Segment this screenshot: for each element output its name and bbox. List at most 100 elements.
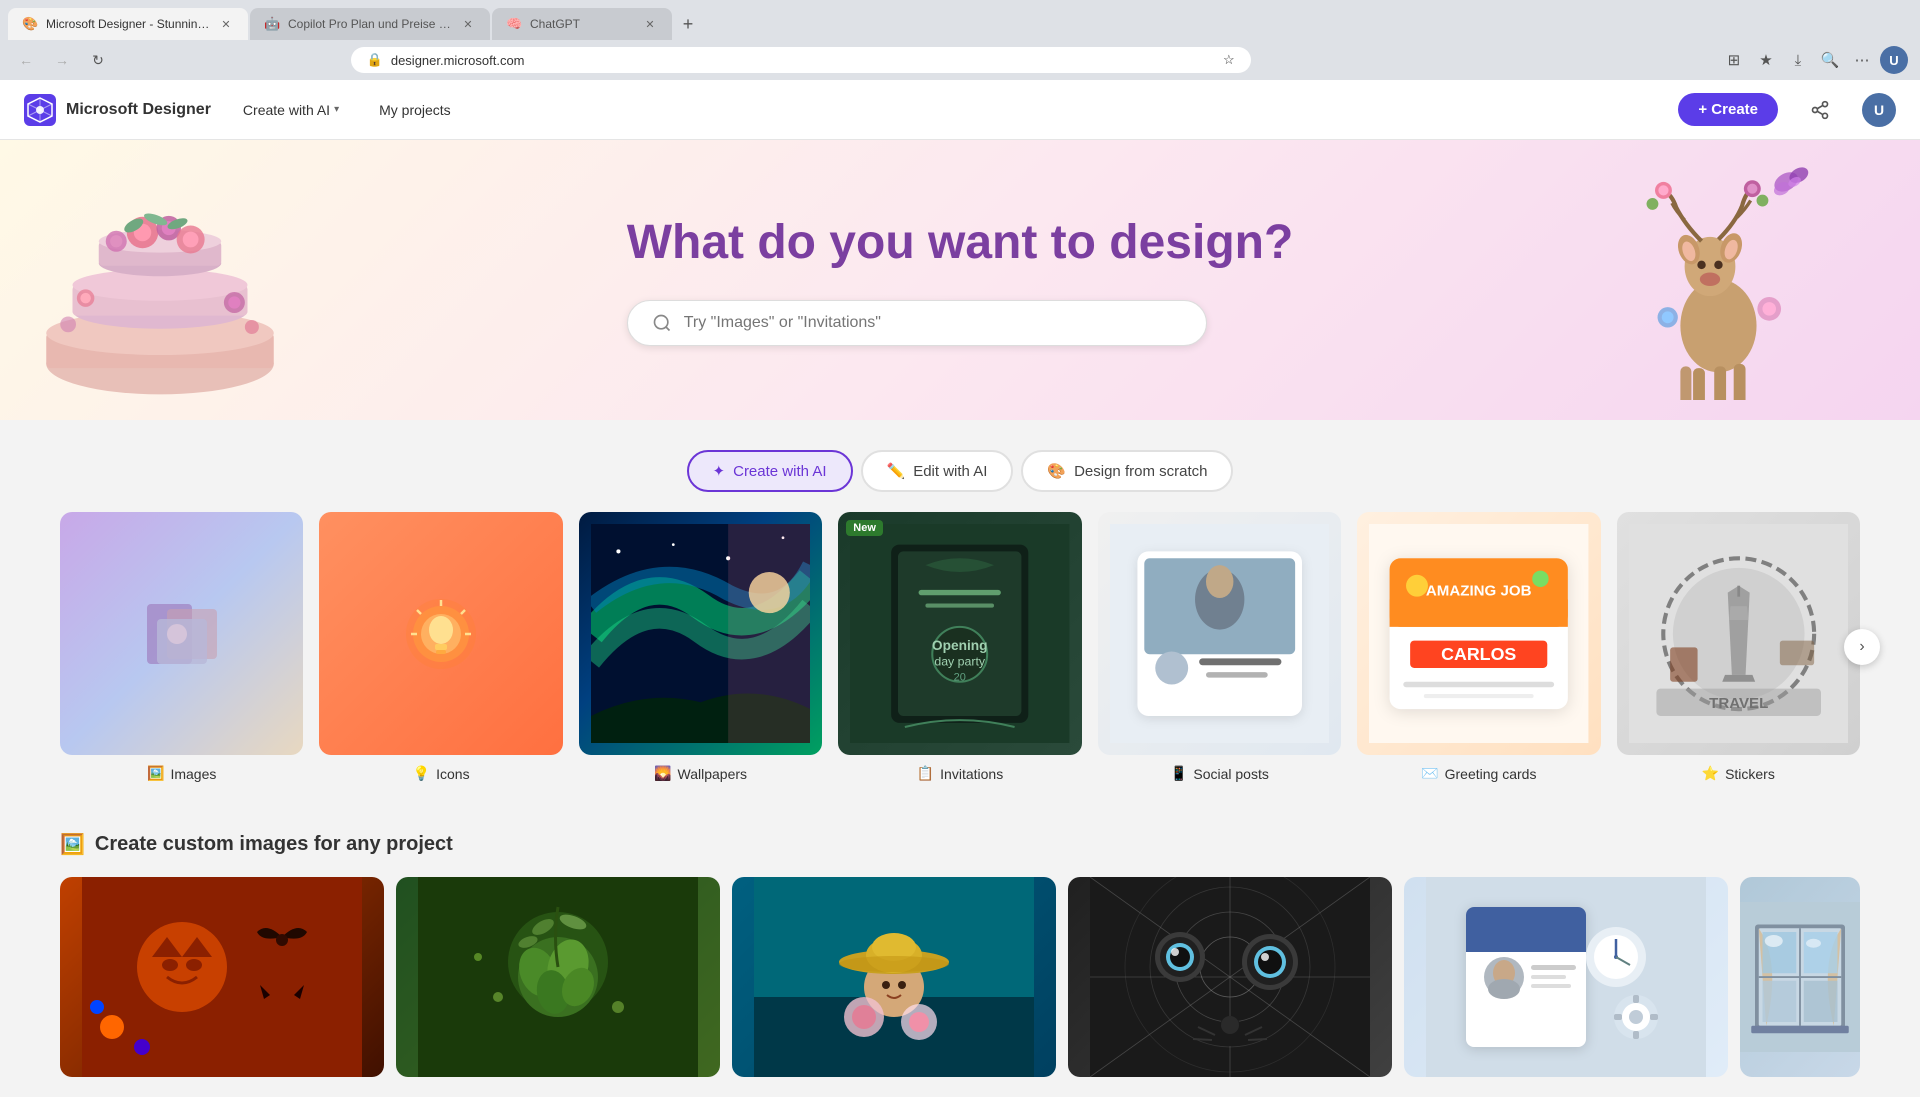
hero-content: What do you want to design?	[627, 215, 1294, 346]
extensions-icon[interactable]: ⊞	[1720, 46, 1748, 74]
address-bar: ← → ↻ 🔒 designer.microsoft.com ☆ ⊞ ★ ⤓ 🔍…	[0, 40, 1920, 80]
images-icon: 🖼️	[147, 765, 164, 782]
section-title: 🖼️ Create custom images for any project	[60, 832, 1860, 857]
search-icon	[652, 313, 672, 333]
lock-icon: 🔒	[367, 52, 383, 68]
category-grid: 🖼️ Images	[60, 512, 1860, 782]
tab-2-close[interactable]: ✕	[460, 16, 476, 32]
url-text: designer.microsoft.com	[391, 53, 525, 68]
category-images-thumb	[60, 512, 303, 755]
create-button-label: + Create	[1698, 101, 1758, 118]
favorites-icon[interactable]: ★	[1752, 46, 1780, 74]
category-greeting-cards[interactable]: AMAZING JOB CARLOS ✉️	[1357, 512, 1600, 782]
edit-ai-tab-icon: ✏️	[887, 462, 906, 480]
url-bar[interactable]: 🔒 designer.microsoft.com ☆	[351, 47, 1251, 73]
category-wallpapers[interactable]: 🌄 Wallpapers	[579, 512, 822, 782]
category-stickers[interactable]: TRAVEL ⭐ Stickers	[1617, 512, 1860, 782]
image-card-tech[interactable]	[1404, 877, 1728, 1077]
category-icons[interactable]: 💡 Icons	[319, 512, 562, 782]
tab-3[interactable]: 🧠 ChatGPT ✕	[492, 8, 672, 40]
share-icon-button[interactable]	[1802, 92, 1838, 128]
nav-create-ai-chevron: ▾	[334, 104, 339, 115]
category-icons-label: 💡 Icons	[413, 765, 470, 782]
scroll-next-arrow[interactable]: ›	[1844, 629, 1880, 665]
category-images[interactable]: 🖼️ Images	[60, 512, 303, 782]
wallpapers-icon: 🌄	[654, 765, 671, 782]
top-nav: Microsoft Designer Create with AI ▾ My p…	[0, 80, 1920, 140]
search-input[interactable]	[684, 314, 1182, 332]
design-scratch-tab-icon: 🎨	[1047, 462, 1066, 480]
category-invitations-thumb: New	[838, 512, 1081, 755]
custom-images-section: 🖼️ Create custom images for any project	[0, 812, 1920, 1097]
browser-menu[interactable]: ⋯	[1848, 46, 1876, 74]
back-button[interactable]: ←	[12, 46, 40, 74]
tab-1-label: Microsoft Designer - Stunning ...	[46, 17, 210, 31]
category-invitations[interactable]: New	[838, 512, 1081, 782]
svg-text:TRAVEL: TRAVEL	[1709, 695, 1768, 712]
logo-text: Microsoft Designer	[66, 101, 211, 119]
user-avatar[interactable]: U	[1862, 93, 1896, 127]
filter-tabs: ✦ Create with AI ✏️ Edit with AI 🎨 Desig…	[0, 420, 1920, 512]
category-icons-thumb	[319, 512, 562, 755]
image-card-olives[interactable]	[396, 877, 720, 1077]
greeting-icon: ✉️	[1421, 765, 1438, 782]
image-card-window[interactable]	[1740, 877, 1860, 1077]
stickers-icon: ⭐	[1702, 765, 1719, 782]
design-scratch-tab-label: Design from scratch	[1074, 463, 1207, 480]
category-wallpapers-thumb	[579, 512, 822, 755]
nav-create-with-ai[interactable]: Create with AI ▾	[235, 96, 347, 124]
category-wallpapers-label: 🌄 Wallpapers	[654, 765, 747, 782]
tab-2[interactable]: 🤖 Copilot Pro Plan und Preise – F... ✕	[250, 8, 490, 40]
invitations-icon: 📋	[917, 765, 934, 782]
refresh-button[interactable]: ↻	[84, 46, 112, 74]
hero-right-decoration	[1600, 150, 1860, 410]
tab-3-label: ChatGPT	[530, 17, 634, 31]
filter-tab-create-ai[interactable]: ✦ Create with AI	[687, 450, 853, 492]
nav-my-projects[interactable]: My projects	[371, 96, 459, 124]
app-container: Microsoft Designer Create with AI ▾ My p…	[0, 80, 1920, 1097]
logo-area[interactable]: Microsoft Designer	[24, 94, 211, 126]
category-social-thumb	[1098, 512, 1341, 755]
create-button[interactable]: + Create	[1678, 93, 1778, 126]
image-card-halloween[interactable]	[60, 877, 384, 1077]
bookmark-star-icon[interactable]: ☆	[1223, 52, 1235, 68]
new-tab-button[interactable]: +	[674, 10, 702, 38]
hero-search-bar[interactable]	[627, 300, 1207, 346]
forward-button[interactable]: →	[48, 46, 76, 74]
category-section: 🖼️ Images	[0, 512, 1920, 812]
social-icon: 📱	[1170, 765, 1187, 782]
edit-ai-tab-label: Edit with AI	[913, 463, 987, 480]
image-card-sombrero[interactable]	[732, 877, 1056, 1077]
category-greeting-label: ✉️ Greeting cards	[1421, 765, 1536, 782]
category-social-label: 📱 Social posts	[1170, 765, 1269, 782]
category-stickers-label: ⭐ Stickers	[1702, 765, 1775, 782]
tab-1-favicon: 🎨	[22, 16, 38, 32]
image-card-spiderweb[interactable]	[1068, 877, 1392, 1077]
svg-text:20: 20	[954, 671, 966, 683]
filter-tab-design-scratch[interactable]: 🎨 Design from scratch	[1021, 450, 1233, 492]
section-title-icon: 🖼️	[60, 832, 85, 857]
images-grid	[60, 877, 1860, 1077]
tab-3-favicon: 🧠	[506, 16, 522, 32]
browser-profile[interactable]: U	[1880, 46, 1908, 74]
category-social-posts[interactable]: 📱 Social posts	[1098, 512, 1341, 782]
svg-text:AMAZING JOB: AMAZING JOB	[1426, 582, 1532, 599]
tab-3-close[interactable]: ✕	[642, 16, 658, 32]
new-badge: New	[846, 520, 883, 536]
category-invitations-label: 📋 Invitations	[917, 765, 1003, 782]
icons-icon: 💡	[413, 765, 430, 782]
hero-banner: What do you want to design?	[0, 140, 1920, 420]
zoom-icon[interactable]: 🔍	[1816, 46, 1844, 74]
tab-1[interactable]: 🎨 Microsoft Designer - Stunning ... ✕	[8, 8, 248, 40]
svg-text:day party: day party	[935, 654, 987, 668]
url-bar-icons: ☆	[1223, 52, 1235, 68]
download-icon[interactable]: ⤓	[1784, 46, 1812, 74]
section-title-text: Create custom images for any project	[95, 833, 453, 856]
filter-tab-edit-ai[interactable]: ✏️ Edit with AI	[861, 450, 1014, 492]
nav-my-projects-label: My projects	[379, 102, 451, 118]
tab-1-close[interactable]: ✕	[218, 16, 234, 32]
nav-create-ai-label: Create with AI	[243, 102, 330, 118]
browser-chrome: 🎨 Microsoft Designer - Stunning ... ✕ 🤖 …	[0, 0, 1920, 80]
tab-2-label: Copilot Pro Plan und Preise – F...	[288, 17, 452, 31]
hero-title: What do you want to design?	[627, 215, 1294, 270]
